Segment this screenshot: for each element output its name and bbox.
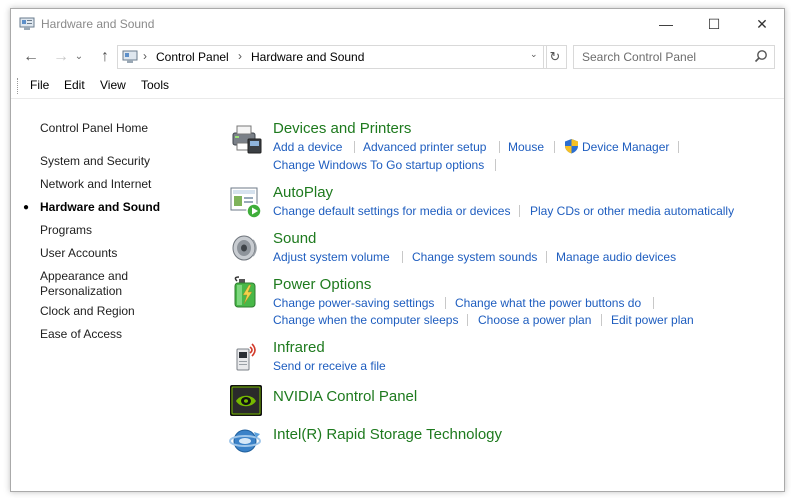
- link-play-cds-or-other-media-automatically[interactable]: Play CDs or other media automatically: [530, 204, 734, 218]
- link-advanced-printer-setup[interactable]: Advanced printer setup: [363, 140, 486, 154]
- menu-grip: [17, 78, 20, 94]
- link-separator: [678, 141, 679, 153]
- refresh-button[interactable]: ↻: [543, 45, 567, 69]
- link-separator: [402, 251, 403, 263]
- link-separator: [467, 314, 468, 326]
- category-title-power-options[interactable]: Power Options: [273, 276, 371, 293]
- control-panel-icon: [122, 50, 138, 63]
- control-panel-window: Hardware and Sound — ☐ ✕ ← → ⌄ ↑ › Contr…: [10, 8, 785, 492]
- printer-icon[interactable]: [229, 123, 263, 157]
- sidebar-item-appearance-and-personalization[interactable]: Appearance and Personalization: [40, 269, 140, 299]
- search-icon[interactable]: [754, 49, 768, 63]
- sidebar-item-clock-and-region[interactable]: Clock and Region: [40, 304, 200, 319]
- link-mouse[interactable]: Mouse: [508, 140, 544, 154]
- minimize-button[interactable]: —: [643, 9, 689, 39]
- current-item-bullet-icon: ●: [23, 202, 30, 213]
- link-separator: [495, 159, 496, 171]
- link-separator: [445, 297, 446, 309]
- infrared-icon[interactable]: [229, 339, 263, 373]
- category-title-autoplay[interactable]: AutoPlay: [273, 184, 333, 201]
- link-adjust-system-volume[interactable]: Adjust system volume: [273, 250, 390, 264]
- breadcrumb-chevron[interactable]: ›: [143, 49, 147, 63]
- sidebar-item-user-accounts[interactable]: User Accounts: [40, 246, 200, 261]
- control-panel-icon: [19, 17, 35, 30]
- breadcrumb-chevron[interactable]: ›: [238, 49, 242, 63]
- link-device-manager[interactable]: Device Manager: [582, 140, 669, 154]
- address-bar[interactable]: › Control Panel › Hardware and Sound ⌄: [117, 45, 547, 69]
- link-add-a-device[interactable]: Add a device: [273, 140, 342, 154]
- link-change-power-saving-settings[interactable]: Change power-saving settings: [273, 296, 434, 310]
- sidebar-item-ease-of-access[interactable]: Ease of Access: [40, 327, 200, 342]
- sidebar-item-network-and-internet[interactable]: Network and Internet: [40, 177, 200, 192]
- link-change-what-the-power-buttons-do[interactable]: Change what the power buttons do: [455, 296, 641, 310]
- menu-view[interactable]: View: [100, 78, 126, 92]
- window-title: Hardware and Sound: [41, 17, 155, 31]
- title-bar: Hardware and Sound — ☐ ✕: [11, 9, 784, 39]
- shield-icon: [565, 139, 578, 154]
- category-title-nvidia-control-panel[interactable]: NVIDIA Control Panel: [273, 388, 417, 405]
- category-title-infrared[interactable]: Infrared: [273, 339, 325, 356]
- link-separator: [554, 141, 555, 153]
- sidebar-item-programs[interactable]: Programs: [40, 223, 200, 238]
- breadcrumb-hardware-and-sound[interactable]: Hardware and Sound: [251, 50, 364, 64]
- link-send-or-receive-a-file[interactable]: Send or receive a file: [273, 359, 386, 373]
- link-choose-a-power-plan[interactable]: Choose a power plan: [478, 313, 591, 327]
- sidebar: Control Panel Home System and Security N…: [11, 99, 211, 491]
- category-title-sound[interactable]: Sound: [273, 230, 316, 247]
- link-edit-power-plan[interactable]: Edit power plan: [611, 313, 694, 327]
- search-placeholder: Search Control Panel: [582, 50, 697, 64]
- close-button[interactable]: ✕: [739, 9, 784, 39]
- sidebar-item-hardware-and-sound: Hardware and Sound: [40, 200, 161, 214]
- link-change-windows-to-go-startup-options[interactable]: Change Windows To Go startup options: [273, 158, 484, 172]
- link-separator: [354, 141, 355, 153]
- maximize-button[interactable]: ☐: [691, 9, 737, 39]
- category-title-devices-and-printers[interactable]: Devices and Printers: [273, 120, 411, 137]
- menu-file[interactable]: File: [30, 78, 49, 92]
- back-button[interactable]: ←: [21, 47, 41, 67]
- category-title-intel-rapid-storage-technology[interactable]: Intel(R) Rapid Storage Technology: [273, 426, 502, 443]
- search-input[interactable]: Search Control Panel: [573, 45, 775, 69]
- speaker-icon[interactable]: [229, 231, 263, 265]
- link-separator: [601, 314, 602, 326]
- link-separator: [653, 297, 654, 309]
- address-dropdown-icon[interactable]: ⌄: [530, 49, 538, 60]
- breadcrumb-control-panel[interactable]: Control Panel: [156, 50, 229, 64]
- sidebar-item-system-and-security[interactable]: System and Security: [40, 154, 200, 169]
- link-separator: [519, 205, 520, 217]
- forward-button[interactable]: →: [51, 47, 71, 67]
- menu-tools[interactable]: Tools: [141, 78, 169, 92]
- navigation-bar: ← → ⌄ ↑ › Control Panel › Hardware and S…: [11, 43, 784, 71]
- intel-rst-icon[interactable]: [229, 424, 263, 458]
- link-separator: [546, 251, 547, 263]
- recent-locations-button[interactable]: ⌄: [73, 47, 85, 67]
- link-manage-audio-devices[interactable]: Manage audio devices: [556, 250, 676, 264]
- menu-bar: File Edit View Tools: [11, 75, 784, 97]
- link-change-system-sounds[interactable]: Change system sounds: [412, 250, 537, 264]
- menu-edit[interactable]: Edit: [64, 78, 85, 92]
- nvidia-icon[interactable]: [229, 384, 263, 417]
- up-button[interactable]: ↑: [95, 47, 115, 67]
- autoplay-icon[interactable]: [229, 185, 263, 219]
- link-change-when-the-computer-sleeps[interactable]: Change when the computer sleeps: [273, 313, 458, 327]
- battery-icon[interactable]: [229, 275, 263, 309]
- sidebar-item-control-panel-home[interactable]: Control Panel Home: [40, 121, 200, 136]
- link-change-default-settings-for-media-or-devices[interactable]: Change default settings for media or dev…: [273, 204, 510, 218]
- link-separator: [499, 141, 500, 153]
